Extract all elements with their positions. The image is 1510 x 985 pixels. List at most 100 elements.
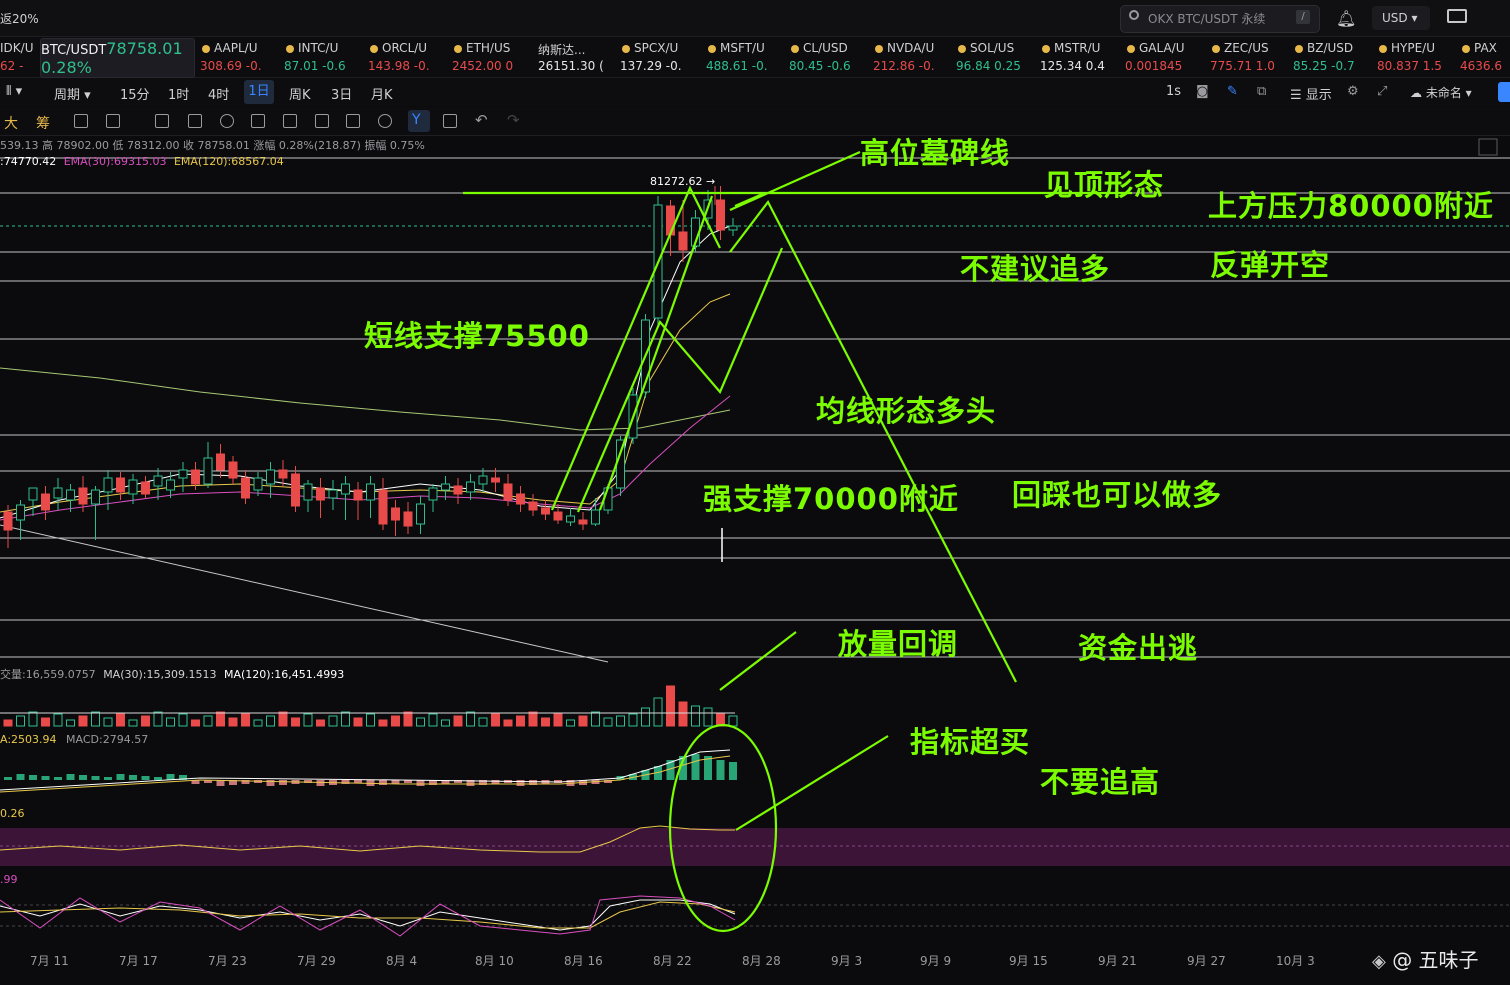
tool-chips[interactable]: 筹 [36,113,50,133]
ticker-item[interactable]: CL/USD 80.45 -0.6 [789,37,871,77]
x-axis-label: 7月 29 [297,954,336,968]
ticker-item[interactable]: SPCX/U 137.29 -0. [620,37,704,77]
volume-bar [503,719,513,727]
eraser-icon[interactable] [346,114,360,128]
interval-2[interactable]: 4时 [208,84,229,103]
filter-icon[interactable]: Y [412,112,421,128]
layout-name-dropdown[interactable]: ☁ 未命名 ▾ [1410,84,1472,101]
volume-bar [291,717,300,727]
volume-bar [628,713,638,727]
interval-4[interactable]: 周K [289,84,311,103]
tool-big[interactable]: 大 [4,113,18,133]
zoom-icon[interactable] [220,114,234,128]
annotation-rebound-short: 反弹开空 [1210,248,1331,282]
ticker-price: 0.001845 [1125,59,1183,73]
annotation-no-chase-high: 不要追高 [1040,765,1161,799]
volume-bar [591,711,600,727]
camera-icon[interactable]: ◙ [1196,84,1209,99]
ticker-item[interactable]: IDK/U 62 - [0,37,38,77]
display-button[interactable]: ☰ 显示 [1290,84,1332,103]
ticker-item[interactable]: INTC/U 87.01 -0.6 [284,37,366,77]
ticker-item[interactable]: MSTR/U 125.34 0.4 [1040,37,1124,77]
candle-body [528,501,538,511]
ticker-item[interactable]: ZEC/US 775.71 1.0 [1210,37,1292,77]
ruler-icon[interactable] [188,114,202,128]
coin-icon [286,45,294,53]
ticker-item[interactable]: MSFT/U 488.61 -0. [706,37,788,77]
coin-icon [708,45,716,53]
candle-body [3,511,13,531]
candle-body [453,485,463,495]
candle-body [116,477,125,493]
cursor-icon[interactable] [155,114,169,128]
ticker-item[interactable]: NVDA/U 212.86 -0. [873,37,955,77]
ticker-item[interactable]: HYPE/U 80.837 1.5 [1377,37,1459,77]
volume-bar [66,719,75,727]
mail-icon[interactable] [1447,9,1467,23]
ticker-item[interactable]: AAPL/U 308.69 -0. [200,37,282,77]
interval-5[interactable]: 3日 [331,84,352,103]
volume-bar [553,713,563,727]
volume-info: 交量:16,559.0757 MA(30):15,309.1513 MA(120… [0,666,344,682]
indicator-icon[interactable] [74,114,88,128]
volume-bar [416,717,425,727]
replay-speed[interactable]: 1s [1166,84,1181,99]
annotation-tombstone: 高位墓碑线 [860,136,1011,170]
search-input[interactable]: OKX BTC/USDT 永续 [1148,10,1265,27]
settings-icon[interactable]: ⚙ [1347,84,1359,99]
macd-bar [316,780,325,786]
pencil-icon[interactable]: ✎ [1227,84,1238,99]
fullscreen-icon[interactable]: ⤢ [1377,84,1387,99]
ticker-item[interactable]: ORCL/U 143.98 -0. [368,37,450,77]
bar-style-icon[interactable]: ⫴ ▾ [6,84,22,99]
ticker-btc-active[interactable]: BTC/USDT78758.01 0.28% [40,38,195,78]
volume-bar [453,715,463,727]
ticker-item[interactable]: BZ/USD 85.25 -0.7 [1293,37,1375,77]
candle-body [253,477,263,491]
x-axis-label: 7月 23 [208,954,247,968]
macd-bar [154,777,162,780]
macd-bar [716,760,725,780]
candle-body [503,483,513,501]
interval-0[interactable]: 15分 [120,84,150,103]
display-label: 显示 [1305,88,1332,103]
macd-bar [79,775,87,780]
currency-select[interactable]: USD ▾ [1372,6,1430,30]
macd-bar [29,775,37,780]
draw-pen-icon[interactable] [251,114,265,128]
macd-bar [129,775,137,780]
volume-bar [78,715,88,727]
x-axis-label: 10月 3 [1276,954,1315,968]
candle-body [241,477,250,499]
volume-bar [116,713,125,727]
promo-text[interactable]: 返20% [0,10,39,27]
pattern-icon[interactable] [283,114,297,128]
brush-icon[interactable] [106,114,120,128]
ticker-item[interactable]: SOL/US 96.84 0.25 [956,37,1038,77]
candle-body [516,493,525,505]
interval-6[interactable]: 月K [371,84,393,103]
lock-icon[interactable] [315,114,329,128]
annotation-ma-bullish: 均线形态多头 [816,394,997,428]
period-dropdown[interactable]: 周期 ▾ [54,84,91,103]
ticker-item[interactable]: ETH/US 2452.00 0 [452,37,534,77]
ticker-item[interactable]: GALA/U 0.001845 [1125,37,1209,77]
volume-bar [28,711,38,727]
ema30-value: EMA(30):69315.03 [63,155,167,168]
candle-body [378,489,388,525]
redo-icon[interactable]: ↷ [507,111,520,129]
candle-body [478,475,488,485]
interval-1[interactable]: 1时 [168,84,189,103]
ticker-item[interactable]: 纳斯达... 26151.30 ( [538,37,618,77]
candle-body [716,199,725,231]
ticker-item[interactable]: PAX 4636.6 [1460,37,1510,77]
candle-body [728,225,738,231]
macd-bar [54,777,62,780]
interval-3[interactable]: 1日 [244,80,274,104]
side-panel-toggle[interactable] [1498,82,1510,102]
layout-icon[interactable]: ⧉ [1257,84,1266,99]
magnet-icon[interactable] [378,114,392,128]
trash-icon[interactable] [443,114,457,128]
bell-icon[interactable]: 🔔︎ [1336,9,1356,28]
undo-icon[interactable]: ↶ [475,111,488,129]
